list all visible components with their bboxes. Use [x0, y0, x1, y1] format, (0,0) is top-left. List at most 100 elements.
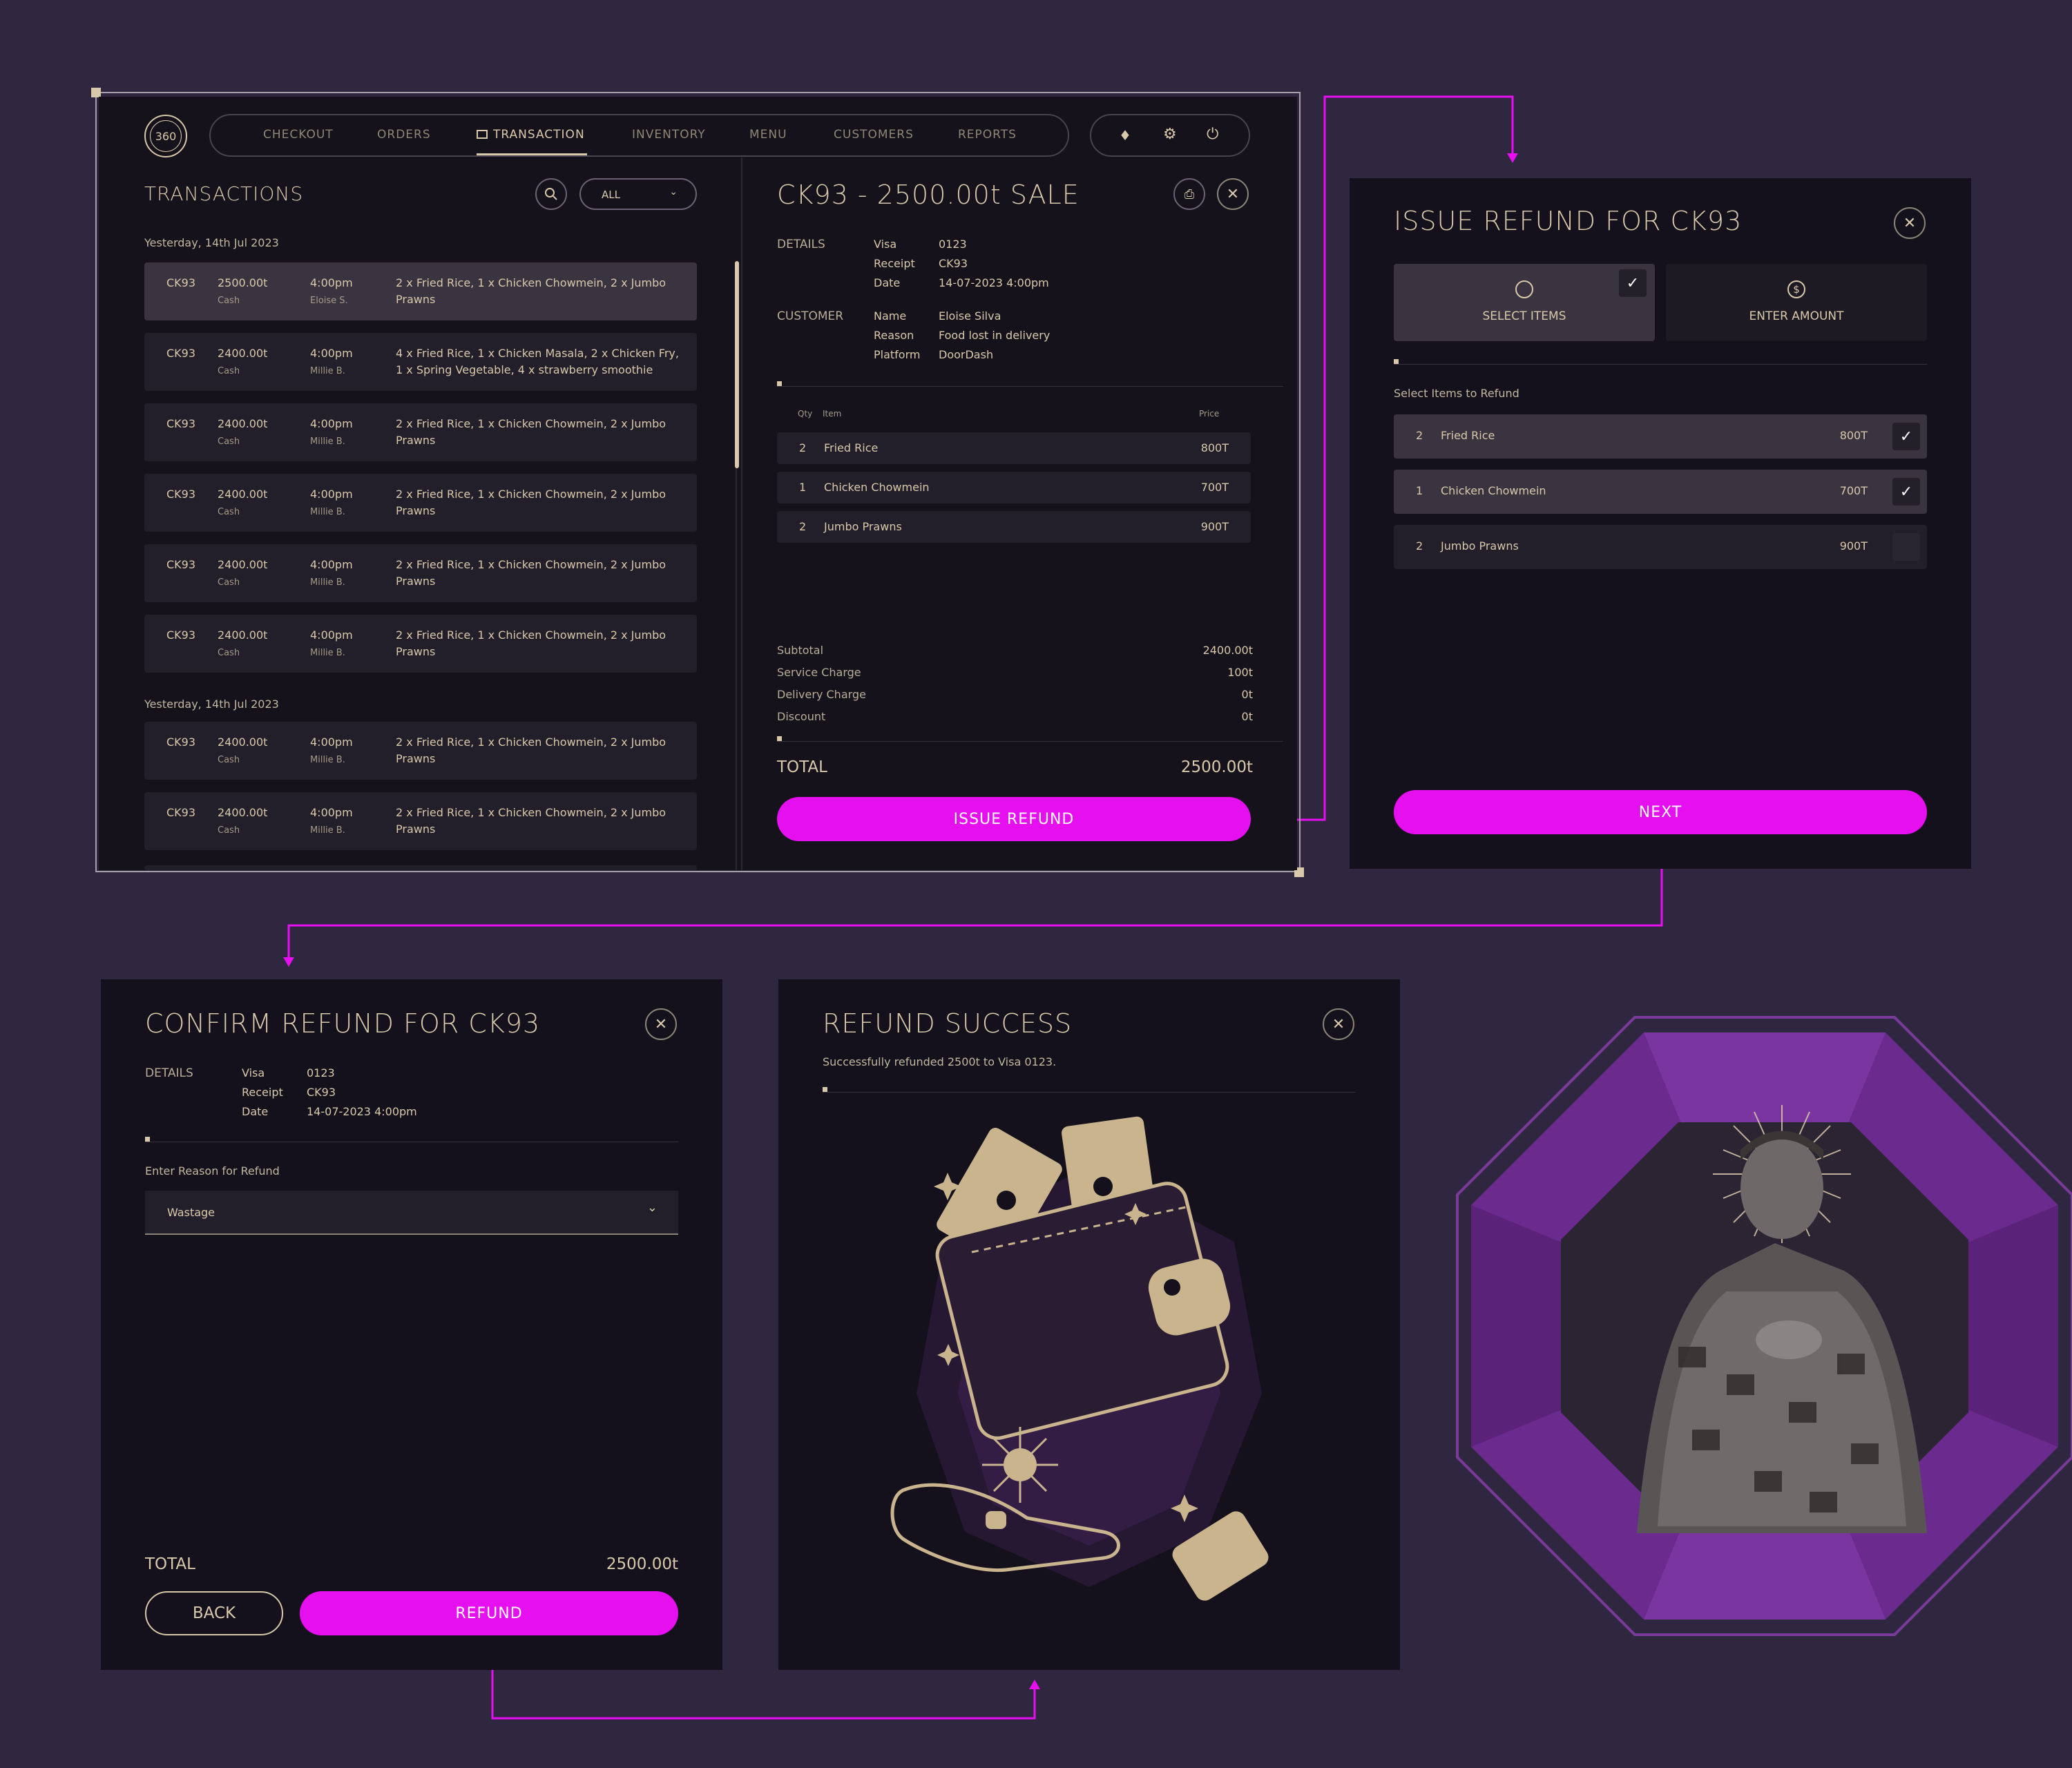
tab-enter-amount[interactable]: $ ENTER AMOUNT: [1666, 264, 1927, 341]
logo-360[interactable]: 360: [144, 115, 187, 157]
refund-item-row[interactable]: 2 Fried Rice 800T ✓: [1394, 414, 1927, 459]
payment-method: Cash: [218, 507, 240, 517]
transaction-id: CK93: [166, 417, 196, 430]
nav-reports[interactable]: REPORTS: [958, 128, 1017, 142]
item-price: 800T: [1839, 429, 1868, 442]
nav-customers[interactable]: CUSTOMERS: [834, 128, 914, 142]
print-button[interactable]: ⎙: [1173, 178, 1205, 210]
payment-method: Cash: [218, 577, 240, 588]
issue-refund-title: ISSUE REFUND FOR CK93: [1394, 206, 1743, 236]
list-item-partial: [144, 865, 697, 870]
transaction-items: 2 x Fried Rice, 1 x Chicken Chowmein, 2 …: [396, 276, 666, 289]
transaction-row[interactable]: CK93 2400.00t Cash 4:00pm Millie B. 4 x Fried…: [144, 333, 697, 391]
staff-name: Millie B.: [310, 577, 345, 588]
transaction-row[interactable]: CK93 2400.00t Cash 4:00pm Millie B. 2 x Fried…: [144, 722, 697, 780]
divider-dot: [777, 381, 782, 386]
transaction-row[interactable]: CK93 2400.00t Cash 4:00pm Millie B. 2 x Fried…: [144, 615, 697, 673]
sale-line-item: 2 Jumbo Prawns 900T: [777, 511, 1251, 543]
payment-method: Cash: [218, 296, 240, 306]
back-button[interactable]: BACK: [145, 1591, 283, 1635]
payment-method: Cash: [218, 436, 240, 447]
nav-checkout[interactable]: CHECKOUT: [263, 128, 334, 142]
transaction-items-cont: Prawns: [396, 823, 436, 836]
transaction-items: 2 x Fried Rice, 1 x Chicken Chowmein, 2 …: [396, 488, 666, 501]
transactions-title: TRANSACTIONS: [144, 182, 304, 205]
divider: [1394, 364, 1927, 365]
close-icon: ✕: [1903, 214, 1917, 232]
transaction-items: 2 x Fried Rice, 1 x Chicken Chowmein, 2 …: [396, 628, 666, 642]
transaction-row[interactable]: CK93 2400.00t Cash 4:00pm Millie B. 2 x Fried…: [144, 403, 697, 461]
staff-name: Millie B.: [310, 648, 345, 658]
next-button[interactable]: NEXT: [1394, 790, 1927, 834]
power-icon[interactable]: ⏻: [1207, 126, 1218, 143]
chevron-down-icon: ⌄: [669, 186, 678, 198]
nav-inventory[interactable]: INVENTORY: [632, 128, 706, 142]
close-icon: ✕: [654, 1015, 668, 1033]
transaction-row[interactable]: CK93 2500.00t Cash 4:00pm Eloise S. 2 x Fried…: [144, 262, 697, 320]
transaction-amount: 2400.00t: [218, 417, 268, 430]
issue-refund-panel: ISSUE REFUND FOR CK93 ✕ SELECT ITEMS ✓ $…: [1350, 178, 1971, 869]
transaction-amount: 2400.00t: [218, 558, 268, 571]
scrollbar-thumb[interactable]: [735, 261, 739, 468]
staff-name: Millie B.: [310, 755, 345, 765]
staff-name: Eloise S.: [310, 296, 348, 306]
transaction-amount: 2400.00t: [218, 736, 268, 749]
transaction-items: 2 x Fried Rice, 1 x Chicken Chowmein, 2 …: [396, 806, 666, 819]
item-price: 700T: [1839, 484, 1868, 497]
check-icon: ✓: [1899, 483, 1913, 501]
nav-transaction[interactable]: TRANSACTION: [477, 128, 585, 142]
refund-item-row[interactable]: 1 Chicken Chowmein 700T ✓: [1394, 470, 1927, 514]
summary-value: 100t: [1227, 666, 1253, 679]
refund-item-row[interactable]: 2 Jumbo Prawns 900T: [1394, 525, 1927, 569]
sale-line-item: 2 Fried Rice 800T: [777, 432, 1251, 464]
transaction-row[interactable]: CK93 2400.00t Cash 4:00pm Millie B. 2 x Fried…: [144, 792, 697, 850]
transaction-row[interactable]: CK93 2400.00t Cash 4:00pm Millie B. 2 x Fried…: [144, 544, 697, 602]
line-price: 800T: [1200, 441, 1229, 454]
nav-menu[interactable]: MENU: [749, 128, 787, 142]
detail-value: CK93: [939, 257, 968, 270]
reason-value: Wastage: [167, 1206, 215, 1219]
tab-select-items[interactable]: SELECT ITEMS ✓: [1394, 264, 1655, 341]
filter-select[interactable]: ALL ⌄: [579, 178, 697, 210]
total-value: 2500.00t: [1180, 758, 1253, 776]
transaction-time: 4:00pm: [310, 736, 353, 749]
summary-value: 0t: [1241, 710, 1253, 723]
nav-orders[interactable]: ORDERS: [377, 128, 431, 142]
summary-label: Discount: [777, 710, 826, 723]
gear-icon[interactable]: ⚙: [1163, 126, 1177, 143]
item-checkbox[interactable]: ✓: [1892, 423, 1920, 450]
staff-name: Millie B.: [310, 366, 345, 376]
close-button[interactable]: ✕: [1894, 207, 1926, 239]
transaction-items: 2 x Fried Rice, 1 x Chicken Chowmein, 2 …: [396, 736, 666, 749]
close-button[interactable]: ✕: [1217, 178, 1249, 210]
receipt-icon: [477, 130, 488, 139]
reason-select[interactable]: Wastage ⌄: [145, 1191, 678, 1235]
detail-key: Visa: [874, 238, 897, 251]
transaction-items: 4 x Fried Rice, 1 x Chicken Masala, 2 x …: [396, 347, 679, 360]
issue-refund-button[interactable]: ISSUE REFUND: [777, 797, 1251, 841]
line-qty: 2: [799, 520, 807, 533]
customer-value: DoorDash: [939, 348, 994, 361]
close-button[interactable]: ✕: [645, 1008, 677, 1040]
transaction-amount: 2400.00t: [218, 806, 268, 819]
tab-label: SELECT ITEMS: [1482, 309, 1566, 323]
item-checkbox[interactable]: [1892, 533, 1920, 561]
nav-active-underline: [477, 153, 587, 155]
divider-dot: [145, 1137, 150, 1142]
confirm-refund-panel: CONFIRM REFUND FOR CK93 ✕ DETAILS Visa 0…: [101, 979, 722, 1670]
detail-value: 14-07-2023 4:00pm: [939, 276, 1049, 289]
search-button[interactable]: [535, 178, 567, 210]
payment-method: Cash: [218, 825, 240, 836]
transaction-items-cont: Prawns: [396, 575, 436, 588]
transaction-id: CK93: [166, 736, 196, 749]
transaction-time: 4:00pm: [310, 276, 353, 289]
detail-value: 0123: [939, 238, 967, 251]
item-checkbox[interactable]: ✓: [1892, 478, 1920, 506]
detail-key: Receipt: [242, 1086, 283, 1099]
transaction-time: 4:00pm: [310, 628, 353, 642]
transaction-row[interactable]: CK93 2400.00t Cash 4:00pm Millie B. 2 x Fried…: [144, 474, 697, 532]
transaction-id: CK93: [166, 628, 196, 642]
refund-button[interactable]: REFUND: [300, 1591, 678, 1635]
bell-icon[interactable]: ♦: [1119, 127, 1131, 144]
transaction-items-cont: Prawns: [396, 645, 436, 658]
